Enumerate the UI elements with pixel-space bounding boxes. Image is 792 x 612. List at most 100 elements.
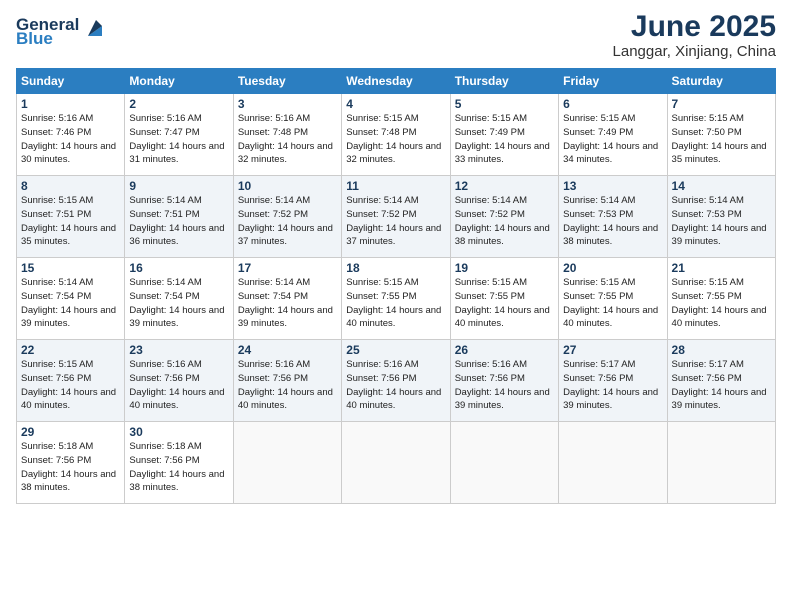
day-info: Sunrise: 5:15 AMSunset: 7:56 PMDaylight:…	[21, 359, 116, 411]
day-number: 20	[563, 261, 662, 275]
calendar-cell	[233, 422, 341, 504]
title-block: June 2025 Langgar, Xinjiang, China	[613, 10, 776, 60]
calendar-week-4: 22 Sunrise: 5:15 AMSunset: 7:56 PMDaylig…	[17, 340, 776, 422]
calendar-cell: 18 Sunrise: 5:15 AMSunset: 7:55 PMDaylig…	[342, 258, 450, 340]
day-number: 21	[672, 261, 771, 275]
day-number: 2	[129, 97, 228, 111]
calendar-cell: 5 Sunrise: 5:15 AMSunset: 7:49 PMDayligh…	[450, 94, 558, 176]
day-info: Sunrise: 5:16 AMSunset: 7:56 PMDaylight:…	[238, 359, 333, 411]
day-info: Sunrise: 5:14 AMSunset: 7:54 PMDaylight:…	[238, 277, 333, 329]
day-number: 23	[129, 343, 228, 357]
day-info: Sunrise: 5:14 AMSunset: 7:54 PMDaylight:…	[21, 277, 116, 329]
calendar-cell: 16 Sunrise: 5:14 AMSunset: 7:54 PMDaylig…	[125, 258, 233, 340]
calendar-cell: 2 Sunrise: 5:16 AMSunset: 7:47 PMDayligh…	[125, 94, 233, 176]
logo: General Blue	[16, 10, 106, 51]
day-number: 22	[21, 343, 120, 357]
day-number: 10	[238, 179, 337, 193]
calendar-cell: 21 Sunrise: 5:15 AMSunset: 7:55 PMDaylig…	[667, 258, 775, 340]
day-number: 25	[346, 343, 445, 357]
day-number: 7	[672, 97, 771, 111]
day-number: 11	[346, 179, 445, 193]
day-number: 26	[455, 343, 554, 357]
day-info: Sunrise: 5:17 AMSunset: 7:56 PMDaylight:…	[563, 359, 658, 411]
col-saturday: Saturday	[667, 69, 775, 94]
day-info: Sunrise: 5:15 AMSunset: 7:49 PMDaylight:…	[563, 113, 658, 165]
calendar-cell: 10 Sunrise: 5:14 AMSunset: 7:52 PMDaylig…	[233, 176, 341, 258]
day-number: 17	[238, 261, 337, 275]
day-info: Sunrise: 5:16 AMSunset: 7:48 PMDaylight:…	[238, 113, 333, 165]
day-info: Sunrise: 5:16 AMSunset: 7:56 PMDaylight:…	[129, 359, 224, 411]
calendar-cell	[342, 422, 450, 504]
day-number: 5	[455, 97, 554, 111]
calendar-cell: 30 Sunrise: 5:18 AMSunset: 7:56 PMDaylig…	[125, 422, 233, 504]
day-info: Sunrise: 5:14 AMSunset: 7:52 PMDaylight:…	[238, 195, 333, 247]
day-number: 8	[21, 179, 120, 193]
day-number: 18	[346, 261, 445, 275]
calendar-cell: 3 Sunrise: 5:16 AMSunset: 7:48 PMDayligh…	[233, 94, 341, 176]
calendar-cell: 12 Sunrise: 5:14 AMSunset: 7:52 PMDaylig…	[450, 176, 558, 258]
day-info: Sunrise: 5:15 AMSunset: 7:55 PMDaylight:…	[672, 277, 767, 329]
calendar-cell: 11 Sunrise: 5:14 AMSunset: 7:52 PMDaylig…	[342, 176, 450, 258]
day-info: Sunrise: 5:15 AMSunset: 7:48 PMDaylight:…	[346, 113, 441, 165]
day-number: 12	[455, 179, 554, 193]
day-info: Sunrise: 5:14 AMSunset: 7:54 PMDaylight:…	[129, 277, 224, 329]
calendar-table: Sunday Monday Tuesday Wednesday Thursday…	[16, 68, 776, 504]
calendar-cell: 17 Sunrise: 5:14 AMSunset: 7:54 PMDaylig…	[233, 258, 341, 340]
day-info: Sunrise: 5:15 AMSunset: 7:50 PMDaylight:…	[672, 113, 767, 165]
calendar-cell: 1 Sunrise: 5:16 AMSunset: 7:46 PMDayligh…	[17, 94, 125, 176]
header: General Blue June 2025 Langgar, Xinjiang…	[16, 10, 776, 60]
svg-text:Blue: Blue	[16, 29, 53, 46]
day-number: 3	[238, 97, 337, 111]
day-number: 30	[129, 425, 228, 439]
calendar-cell: 27 Sunrise: 5:17 AMSunset: 7:56 PMDaylig…	[559, 340, 667, 422]
calendar-cell: 9 Sunrise: 5:14 AMSunset: 7:51 PMDayligh…	[125, 176, 233, 258]
day-info: Sunrise: 5:15 AMSunset: 7:55 PMDaylight:…	[346, 277, 441, 329]
day-info: Sunrise: 5:18 AMSunset: 7:56 PMDaylight:…	[129, 441, 224, 493]
calendar-cell: 15 Sunrise: 5:14 AMSunset: 7:54 PMDaylig…	[17, 258, 125, 340]
col-tuesday: Tuesday	[233, 69, 341, 94]
calendar-cell: 22 Sunrise: 5:15 AMSunset: 7:56 PMDaylig…	[17, 340, 125, 422]
calendar-week-3: 15 Sunrise: 5:14 AMSunset: 7:54 PMDaylig…	[17, 258, 776, 340]
col-friday: Friday	[559, 69, 667, 94]
calendar-cell	[667, 422, 775, 504]
calendar-cell: 14 Sunrise: 5:14 AMSunset: 7:53 PMDaylig…	[667, 176, 775, 258]
day-info: Sunrise: 5:16 AMSunset: 7:47 PMDaylight:…	[129, 113, 224, 165]
day-info: Sunrise: 5:15 AMSunset: 7:55 PMDaylight:…	[563, 277, 658, 329]
day-number: 1	[21, 97, 120, 111]
day-info: Sunrise: 5:15 AMSunset: 7:55 PMDaylight:…	[455, 277, 550, 329]
day-number: 28	[672, 343, 771, 357]
day-info: Sunrise: 5:14 AMSunset: 7:51 PMDaylight:…	[129, 195, 224, 247]
calendar-cell: 19 Sunrise: 5:15 AMSunset: 7:55 PMDaylig…	[450, 258, 558, 340]
calendar-cell: 4 Sunrise: 5:15 AMSunset: 7:48 PMDayligh…	[342, 94, 450, 176]
day-number: 13	[563, 179, 662, 193]
calendar-cell	[450, 422, 558, 504]
calendar-cell: 7 Sunrise: 5:15 AMSunset: 7:50 PMDayligh…	[667, 94, 775, 176]
day-info: Sunrise: 5:18 AMSunset: 7:56 PMDaylight:…	[21, 441, 116, 493]
day-info: Sunrise: 5:15 AMSunset: 7:49 PMDaylight:…	[455, 113, 550, 165]
logo-general: General Blue	[16, 10, 106, 51]
day-number: 6	[563, 97, 662, 111]
calendar-subtitle: Langgar, Xinjiang, China	[613, 43, 776, 60]
day-info: Sunrise: 5:14 AMSunset: 7:52 PMDaylight:…	[455, 195, 550, 247]
day-number: 27	[563, 343, 662, 357]
day-number: 24	[238, 343, 337, 357]
calendar-cell	[559, 422, 667, 504]
calendar-cell: 20 Sunrise: 5:15 AMSunset: 7:55 PMDaylig…	[559, 258, 667, 340]
day-info: Sunrise: 5:16 AMSunset: 7:56 PMDaylight:…	[346, 359, 441, 411]
calendar-cell: 23 Sunrise: 5:16 AMSunset: 7:56 PMDaylig…	[125, 340, 233, 422]
calendar-title: June 2025	[613, 10, 776, 43]
calendar-week-2: 8 Sunrise: 5:15 AMSunset: 7:51 PMDayligh…	[17, 176, 776, 258]
day-number: 29	[21, 425, 120, 439]
day-number: 4	[346, 97, 445, 111]
calendar-cell: 25 Sunrise: 5:16 AMSunset: 7:56 PMDaylig…	[342, 340, 450, 422]
calendar-page: General Blue June 2025 Langgar, Xinjiang…	[0, 0, 792, 612]
calendar-cell: 6 Sunrise: 5:15 AMSunset: 7:49 PMDayligh…	[559, 94, 667, 176]
calendar-cell: 8 Sunrise: 5:15 AMSunset: 7:51 PMDayligh…	[17, 176, 125, 258]
day-number: 16	[129, 261, 228, 275]
day-info: Sunrise: 5:16 AMSunset: 7:56 PMDaylight:…	[455, 359, 550, 411]
day-info: Sunrise: 5:14 AMSunset: 7:53 PMDaylight:…	[672, 195, 767, 247]
day-number: 14	[672, 179, 771, 193]
calendar-cell: 13 Sunrise: 5:14 AMSunset: 7:53 PMDaylig…	[559, 176, 667, 258]
day-number: 9	[129, 179, 228, 193]
day-info: Sunrise: 5:17 AMSunset: 7:56 PMDaylight:…	[672, 359, 767, 411]
